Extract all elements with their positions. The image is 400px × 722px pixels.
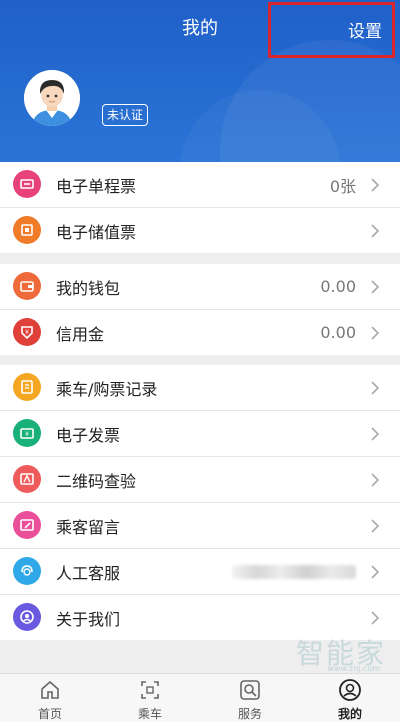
profile-header: 我的 设置 未认证 [0, 0, 400, 162]
ride-icon [141, 681, 159, 699]
list-item-value: 0张 [329, 176, 356, 196]
chevron-right-icon [371, 280, 380, 294]
avatar-icon [24, 70, 80, 126]
chevron-right-icon [371, 224, 380, 238]
bottom-tab-bar: 首页 乘车 服务 我的 [0, 673, 400, 722]
credit-icon: ¥ [13, 318, 41, 346]
chevron-right-icon [371, 178, 380, 192]
list-item-message[interactable]: 乘客留言 [0, 503, 400, 549]
watermark-url: www.znj.com [327, 664, 380, 673]
chevron-right-icon [371, 326, 380, 340]
settings-button[interactable]: 设置 [268, 2, 395, 58]
auth-status-badge[interactable]: 未认证 [102, 104, 149, 126]
ride-record-icon [13, 373, 41, 401]
chevron-right-icon [371, 381, 380, 395]
list-item-credit[interactable]: ¥ 信用金 0.00 [0, 310, 400, 355]
list-item-wallet[interactable]: 我的钱包 0.00 [0, 264, 400, 310]
chevron-right-icon [371, 473, 380, 487]
list-item-value: 0.00 [320, 277, 356, 296]
list-item-label: 信用金 [56, 324, 105, 344]
list-item-label: 关于我们 [56, 609, 121, 629]
chevron-right-icon [371, 427, 380, 441]
tab-label: 我的 [337, 707, 362, 721]
list-item-customer-service[interactable]: 人工客服 [0, 549, 400, 595]
list-item-label: 二维码查验 [56, 471, 137, 491]
list-item-single-ticket[interactable]: 电子单程票 0张 [0, 162, 400, 208]
ticket-section: 电子单程票 0张 电子储值票 [0, 162, 400, 253]
tab-label: 服务 [237, 707, 262, 721]
list-item-label: 乘车/购票记录 [56, 379, 158, 399]
tab-ride[interactable]: 乘车 [100, 674, 200, 722]
invoice-icon: ¥ [13, 419, 41, 447]
list-item-value: 0.00 [320, 323, 356, 342]
qr-check-icon [13, 465, 41, 493]
home-icon [41, 680, 59, 699]
avatar[interactable] [24, 70, 80, 126]
svg-text:¥: ¥ [25, 431, 29, 438]
list-item-ride-record[interactable]: 乘车/购票记录 [0, 365, 400, 411]
chevron-right-icon [371, 565, 380, 579]
chevron-right-icon [371, 611, 380, 625]
wallet-section: 我的钱包 0.00 ¥ 信用金 0.00 [0, 264, 400, 355]
list-item-label: 电子发票 [56, 425, 121, 445]
list-item-stored-value-ticket[interactable]: 电子储值票 [0, 208, 400, 253]
list-item-label: 电子单程票 [56, 176, 137, 196]
list-item-label: 我的钱包 [56, 278, 121, 298]
single-ticket-icon [13, 170, 41, 198]
tab-profile[interactable]: 我的 [300, 674, 400, 722]
tab-home[interactable]: 首页 [0, 674, 100, 722]
tab-service[interactable]: 服务 [200, 674, 300, 722]
tab-label: 乘车 [137, 707, 162, 721]
redacted-phone-value [232, 565, 356, 579]
tab-label: 首页 [37, 707, 62, 721]
wallet-icon [13, 272, 41, 300]
profile-icon [339, 679, 361, 701]
service-icon [240, 680, 260, 700]
svg-text:¥: ¥ [25, 329, 29, 336]
list-item-label: 乘客留言 [56, 517, 121, 537]
services-section: 乘车/购票记录 ¥ 电子发票 二维码查验 乘客留言 人工客服 关于我们 [0, 365, 400, 640]
stored-value-ticket-icon [13, 216, 41, 244]
chevron-right-icon [371, 519, 380, 533]
message-icon [13, 511, 41, 539]
list-item-invoice[interactable]: ¥ 电子发票 [0, 411, 400, 457]
list-item-label: 人工客服 [56, 563, 121, 583]
list-item-qr-check[interactable]: 二维码查验 [0, 457, 400, 503]
list-item-label: 电子储值票 [56, 222, 137, 242]
customer-service-icon [13, 557, 41, 585]
about-icon [13, 603, 41, 631]
